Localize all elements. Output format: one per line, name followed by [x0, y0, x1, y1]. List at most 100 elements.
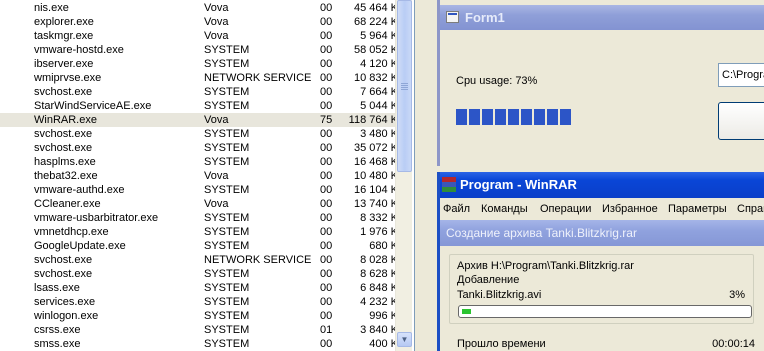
process-name: wmiprvse.exe [34, 72, 102, 84]
process-user: SYSTEM [204, 184, 250, 196]
process-row[interactable]: lsass.exe SYSTEM 00 6 848 K [0, 281, 398, 295]
process-row[interactable]: smss.exe SYSTEM 00 400 K [0, 337, 398, 351]
process-row[interactable]: svchost.exe SYSTEM 00 3 480 K [0, 127, 398, 141]
process-name: services.exe [34, 296, 96, 308]
process-row[interactable]: svchost.exe SYSTEM 00 7 664 K [0, 85, 398, 99]
process-user: SYSTEM [204, 324, 250, 336]
progress-block [469, 109, 480, 125]
menu-options[interactable]: Параметры [668, 200, 727, 218]
process-name: CCleaner.exe [34, 198, 101, 210]
progress-block [560, 109, 571, 125]
process-user: Vova [204, 2, 229, 14]
process-user: NETWORK SERVICE [204, 254, 312, 266]
process-cpu: 00 [320, 58, 333, 70]
process-list-scrollbar[interactable]: ▼ [395, 0, 412, 351]
process-user: Vova [204, 114, 229, 126]
process-name: nis.exe [34, 2, 69, 14]
process-row[interactable]: vmware-authd.exe SYSTEM 00 16 104 K [0, 183, 398, 197]
process-row[interactable]: svchost.exe SYSTEM 00 8 628 K [0, 267, 398, 281]
process-memory: 8 332 K [360, 212, 398, 224]
progress-block [495, 109, 506, 125]
process-row[interactable]: hasplms.exe SYSTEM 00 16 468 K [0, 155, 398, 169]
process-name: svchost.exe [34, 128, 93, 140]
process-row[interactable]: StarWindServiceAE.exe SYSTEM 00 5 044 K [0, 99, 398, 113]
process-row[interactable]: winlogon.exe SYSTEM 00 996 K [0, 309, 398, 323]
cpu-usage-label: Cpu usage: 73% [456, 75, 538, 87]
process-cpu: 00 [320, 268, 333, 280]
process-name: csrss.exe [34, 324, 81, 336]
process-row[interactable]: ibserver.exe SYSTEM 00 4 120 K [0, 57, 398, 71]
process-name: winlogon.exe [34, 310, 99, 322]
cpu-usage-progress-bar [454, 107, 610, 127]
process-row[interactable]: taskmgr.exe Vova 00 5 964 K [0, 29, 398, 43]
action-line: Добавление [457, 274, 520, 286]
menu-help[interactable]: Справка [737, 200, 764, 218]
process-name: GoogleUpdate.exe [34, 240, 126, 252]
process-user: SYSTEM [204, 268, 250, 280]
process-row[interactable]: explorer.exe Vova 00 68 224 K [0, 15, 398, 29]
menu-commands[interactable]: Команды [481, 200, 528, 218]
process-row[interactable]: wmiprvse.exe NETWORK SERVICE 00 10 832 K [0, 71, 398, 85]
process-cpu: 00 [320, 338, 333, 350]
process-row[interactable]: WinRAR.exe Vova 75 118 764 K [0, 113, 398, 127]
file-progress-bar [458, 305, 752, 318]
process-row[interactable]: thebat32.exe Vova 00 10 480 K [0, 169, 398, 183]
form1-title: Form1 [465, 10, 505, 25]
progress-block [482, 109, 493, 125]
process-name: smss.exe [34, 338, 81, 350]
process-row[interactable]: svchost.exe SYSTEM 00 35 072 K [0, 141, 398, 155]
process-row[interactable]: CCleaner.exe Vova 00 13 740 K [0, 197, 398, 211]
winrar-title-bar[interactable]: Program - WinRAR [440, 172, 764, 198]
process-name: StarWindServiceAE.exe [34, 100, 152, 112]
process-name: lsass.exe [34, 282, 80, 294]
process-cpu: 00 [320, 240, 333, 252]
process-memory: 5 964 K [360, 30, 398, 42]
process-memory: 680 K [369, 240, 398, 252]
menu-operations[interactable]: Операции [540, 200, 591, 218]
process-row[interactable]: vmware-hostd.exe SYSTEM 00 58 052 K [0, 43, 398, 57]
process-user: SYSTEM [204, 296, 250, 308]
form1-title-bar[interactable]: Form1 [440, 5, 764, 30]
process-user: SYSTEM [204, 142, 250, 154]
process-memory: 118 764 K [348, 114, 398, 126]
menu-favorites[interactable]: Избранное [602, 200, 658, 218]
process-memory: 16 468 K [353, 156, 398, 168]
process-row[interactable]: nis.exe Vova 00 45 464 K [0, 1, 398, 15]
process-name: thebat32.exe [34, 170, 98, 182]
process-user: Vova [204, 16, 229, 28]
process-cpu: 00 [320, 226, 333, 238]
process-row[interactable]: services.exe SYSTEM 00 4 232 K [0, 295, 398, 309]
process-cpu: 00 [320, 86, 333, 98]
process-user: SYSTEM [204, 86, 250, 98]
process-cpu: 00 [320, 184, 333, 196]
process-memory: 10 480 K [353, 170, 398, 182]
process-user: SYSTEM [204, 240, 250, 252]
process-cpu: 00 [320, 156, 333, 168]
process-row[interactable]: csrss.exe SYSTEM 01 3 840 K [0, 323, 398, 337]
process-row[interactable]: vmware-usbarbitrator.exe SYSTEM 00 8 332 K [0, 211, 398, 225]
process-user: SYSTEM [204, 156, 250, 168]
process-user: NETWORK SERVICE [204, 72, 312, 84]
form1-button[interactable] [718, 102, 764, 140]
scrollbar-thumb[interactable] [397, 0, 412, 172]
process-user: SYSTEM [204, 226, 250, 238]
process-row[interactable]: GoogleUpdate.exe SYSTEM 00 680 K [0, 239, 398, 253]
process-row[interactable]: vmnetdhcp.exe SYSTEM 00 1 976 K [0, 225, 398, 239]
process-cpu: 00 [320, 310, 333, 322]
process-cpu: 00 [320, 72, 333, 84]
process-user: Vova [204, 198, 229, 210]
process-name: svchost.exe [34, 268, 93, 280]
process-name: ibserver.exe [34, 58, 94, 70]
menu-file[interactable]: Файл [443, 200, 470, 218]
process-cpu: 00 [320, 44, 333, 56]
process-row[interactable]: svchost.exe NETWORK SERVICE 00 8 028 K [0, 253, 398, 267]
path-input[interactable]: C:\Program [718, 63, 764, 87]
process-name: taskmgr.exe [34, 30, 94, 42]
process-user: SYSTEM [204, 58, 250, 70]
process-memory: 4 232 K [360, 296, 398, 308]
process-name: vmware-authd.exe [34, 184, 125, 196]
archive-dialog-title-bar[interactable]: Создание архива Tanki.Blitzkrig.rar [440, 220, 764, 246]
elapsed-time-label: Прошло времени [457, 338, 546, 350]
process-cpu: 00 [320, 30, 333, 42]
scroll-down-arrow-icon[interactable]: ▼ [397, 332, 412, 347]
